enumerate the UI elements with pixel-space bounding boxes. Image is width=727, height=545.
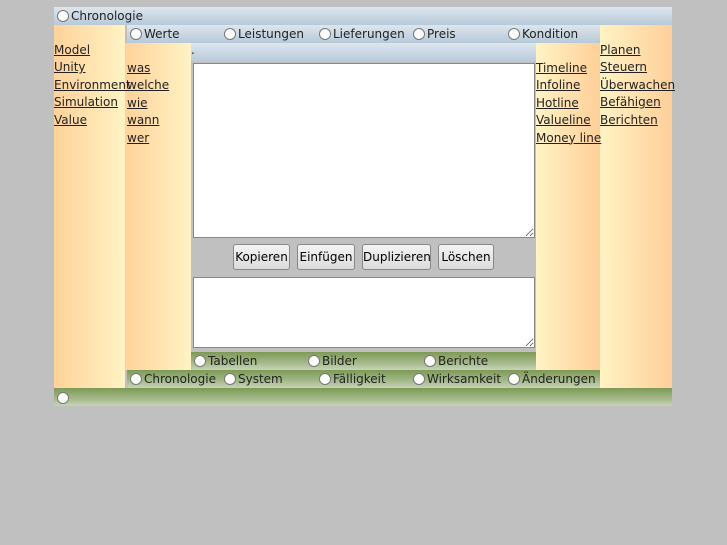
link-environment[interactable]: Environment	[54, 77, 131, 94]
radio-werte[interactable]: Werte	[130, 27, 180, 41]
bottom-category-bar: Chronologie System Fälligkeit Wirksamkei…	[127, 370, 600, 388]
radio-icon	[413, 28, 425, 40]
secondary-textarea[interactable]	[193, 277, 535, 348]
link-steuern[interactable]: Steuern	[600, 59, 675, 76]
link-wann[interactable]: wann	[127, 112, 169, 129]
radio-icon	[57, 10, 69, 22]
question-nav: was welche wie wann wer	[127, 60, 169, 147]
inner-bar-label: .	[191, 43, 195, 57]
radio-berichte[interactable]: Berichte	[424, 354, 488, 368]
radio-icon	[424, 355, 436, 367]
link-infoline[interactable]: Infoline	[536, 77, 601, 94]
radio-kondition[interactable]: Kondition	[508, 27, 578, 41]
radio-label: Lieferungen	[333, 27, 405, 41]
radio-label: Änderungen	[522, 372, 596, 386]
radio-faelligkeit[interactable]: Fälligkeit	[319, 372, 386, 386]
copy-button[interactable]: Kopieren	[233, 244, 290, 270]
radio-leistungen[interactable]: Leistungen	[224, 27, 304, 41]
footer-bar	[54, 388, 672, 406]
radio-icon	[413, 373, 425, 385]
link-timeline[interactable]: Timeline	[536, 60, 601, 77]
category-bar: Werte Leistungen Lieferungen Preis Kondi…	[127, 25, 600, 43]
radio-chronologie[interactable]: Chronologie	[130, 372, 216, 386]
radio-tabellen[interactable]: Tabellen	[194, 354, 257, 368]
radio-icon	[319, 28, 331, 40]
duplicate-button[interactable]: Duplizieren	[362, 244, 431, 270]
link-wie[interactable]: wie	[127, 95, 169, 112]
left-nav: Model Unity Environment Simulation Value	[54, 42, 131, 129]
radio-aenderungen[interactable]: Änderungen	[508, 372, 596, 386]
radio-icon	[508, 28, 520, 40]
radio-label: Kondition	[522, 27, 579, 41]
link-value[interactable]: Value	[54, 112, 131, 129]
radio-icon	[130, 28, 142, 40]
radio-preis[interactable]: Preis	[413, 27, 456, 41]
link-valueline[interactable]: Valueline	[536, 112, 601, 129]
radio-label: Chronologie	[144, 372, 216, 386]
link-model[interactable]: Model	[54, 42, 131, 59]
radio-label: Berichte	[438, 354, 489, 368]
link-unity[interactable]: Unity	[54, 59, 131, 76]
radio-wirksamkeit[interactable]: Wirksamkeit	[413, 372, 501, 386]
radio-label: Werte	[144, 27, 180, 41]
radio-icon	[224, 373, 236, 385]
radio-label: System	[238, 372, 283, 386]
link-befaehigen[interactable]: Befähigen	[600, 94, 675, 111]
radio-icon	[308, 355, 320, 367]
link-berichten[interactable]: Berichten	[600, 112, 675, 129]
radio-label: Fälligkeit	[333, 372, 386, 386]
line-nav: Timeline Infoline Hotline Valueline Mone…	[536, 60, 601, 147]
main-textarea[interactable]	[193, 63, 535, 238]
link-hotline[interactable]: Hotline	[536, 95, 601, 112]
link-money-line[interactable]: Money line	[536, 130, 601, 147]
radio-icon	[57, 392, 69, 404]
link-simulation[interactable]: Simulation	[54, 94, 131, 111]
radio-label: Preis	[427, 27, 456, 41]
inner-bar: .	[191, 43, 536, 62]
radio-icon	[319, 373, 331, 385]
radio-label: Chronologie	[71, 9, 143, 23]
radio-system[interactable]: System	[224, 372, 283, 386]
radio-icon	[194, 355, 206, 367]
top-bar: Chronologie	[54, 7, 672, 25]
link-planen[interactable]: Planen	[600, 42, 675, 59]
radio-lieferungen[interactable]: Lieferungen	[319, 27, 405, 41]
delete-button[interactable]: Löschen	[438, 244, 494, 270]
radio-icon	[508, 373, 520, 385]
radio-icon	[224, 28, 236, 40]
link-was[interactable]: was	[127, 60, 169, 77]
action-nav: Planen Steuern Überwachen Befähigen Beri…	[600, 42, 675, 129]
paste-button[interactable]: Einfügen	[297, 244, 355, 270]
radio-chronologie-top[interactable]: Chronologie	[57, 9, 143, 23]
link-welche[interactable]: welche	[127, 77, 169, 94]
link-wer[interactable]: wer	[127, 130, 169, 147]
radio-label: Tabellen	[208, 354, 258, 368]
radio-footer[interactable]	[57, 391, 71, 405]
radio-label: Bilder	[322, 354, 357, 368]
output-bar: Tabellen Bilder Berichte	[191, 352, 536, 370]
radio-icon	[130, 373, 142, 385]
link-ueberwachen[interactable]: Überwachen	[600, 77, 675, 94]
radio-label: Leistungen	[238, 27, 304, 41]
radio-label: Wirksamkeit	[427, 372, 502, 386]
radio-bilder[interactable]: Bilder	[308, 354, 357, 368]
